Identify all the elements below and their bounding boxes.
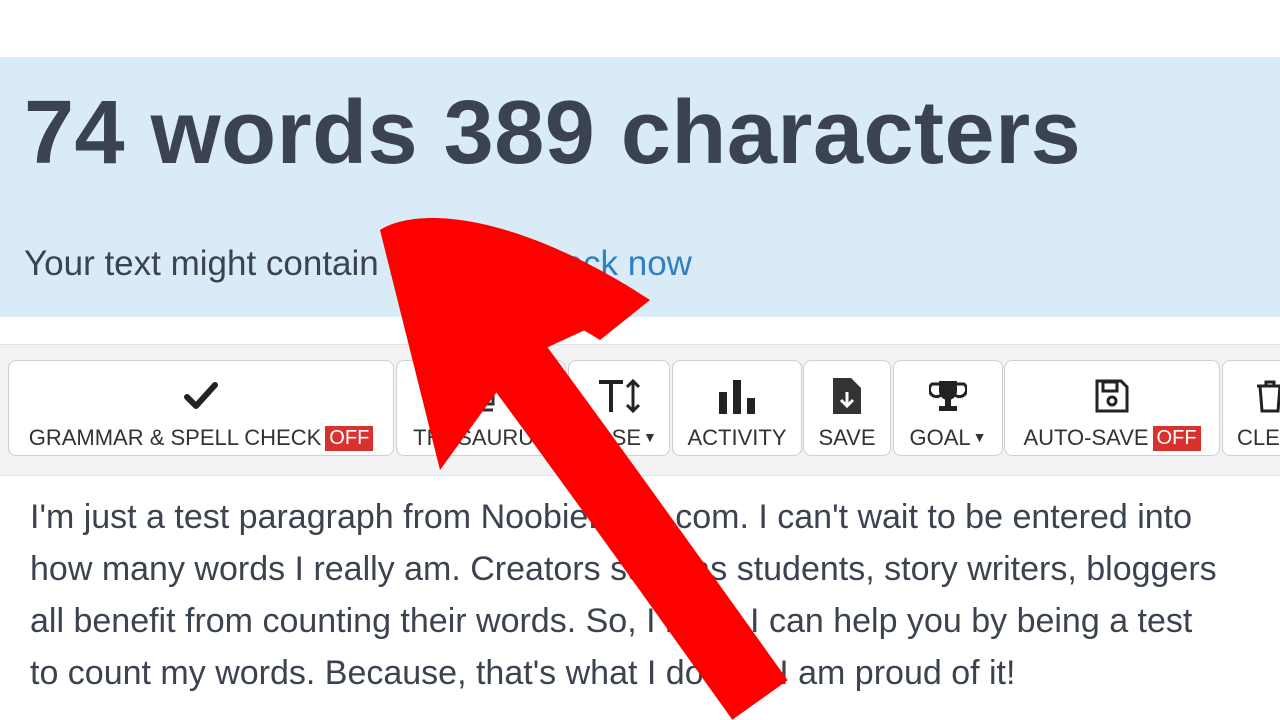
editor-line: to count my words. Because, that's what … [30,654,1016,692]
editor-line: I'm just a test paragraph from NoobieEch… [30,498,1193,536]
goal-label: GOAL ▼ [909,425,987,450]
top-strip [0,0,1280,57]
auto-save-button[interactable]: AUTO-SAVE OFF [1004,360,1220,456]
text-height-icon [597,373,641,419]
file-download-icon [831,373,863,419]
case-label: CASE ▼ [581,425,657,450]
editor-line: how many words I really am. Creators suc… [30,550,1217,588]
grammar-label: GRAMMAR & SPELL CHECK OFF [29,425,374,451]
grammar-spell-check-button[interactable]: GRAMMAR & SPELL CHECK OFF [8,360,394,456]
grammar-off-badge: OFF [325,426,374,451]
caret-down-icon: ▼ [643,429,657,445]
words-label: words [150,83,444,183]
book-icon [465,373,497,419]
trash-icon [1255,373,1280,419]
editor-line: all benefit from counting their words. S… [30,602,1193,640]
clear-button[interactable]: CLEAR [1222,360,1280,456]
issues-text: Your text might contain issues - [24,244,519,283]
goal-button[interactable]: GOAL ▼ [893,360,1003,456]
save-button[interactable]: SAVE [803,360,891,456]
thesaurus-label: THESAURUS [413,425,549,450]
toolbar: GRAMMAR & SPELL CHECK OFF THESAURUS CASE ▼… [0,344,1280,476]
thesaurus-button[interactable]: THESAURUS [396,360,566,456]
floppy-disk-icon [1095,373,1129,419]
trophy-icon [929,373,967,419]
issues-notice: Your text might contain issues - Check n… [24,244,692,284]
activity-label: ACTIVITY [687,425,787,450]
caret-down-icon: ▼ [972,429,987,445]
activity-button[interactable]: ACTIVITY [672,360,802,456]
word-character-count: 74 words 389 characters [24,82,1081,185]
save-label: SAVE [818,425,876,450]
check-now-link[interactable]: Check now [519,244,692,283]
checkmark-icon [184,373,218,419]
clear-label: CLEAR [1237,425,1280,450]
case-button[interactable]: CASE ▼ [568,360,670,456]
auto-save-off-badge: OFF [1152,426,1201,451]
auto-save-label: AUTO-SAVE OFF [1023,425,1201,451]
characters-count: 389 [443,83,621,183]
words-count: 74 [24,83,151,183]
bar-chart-icon [718,373,756,419]
characters-label: characters [620,83,1082,183]
text-editor[interactable]: I'm just a test paragraph from NoobieEch… [0,478,1280,720]
